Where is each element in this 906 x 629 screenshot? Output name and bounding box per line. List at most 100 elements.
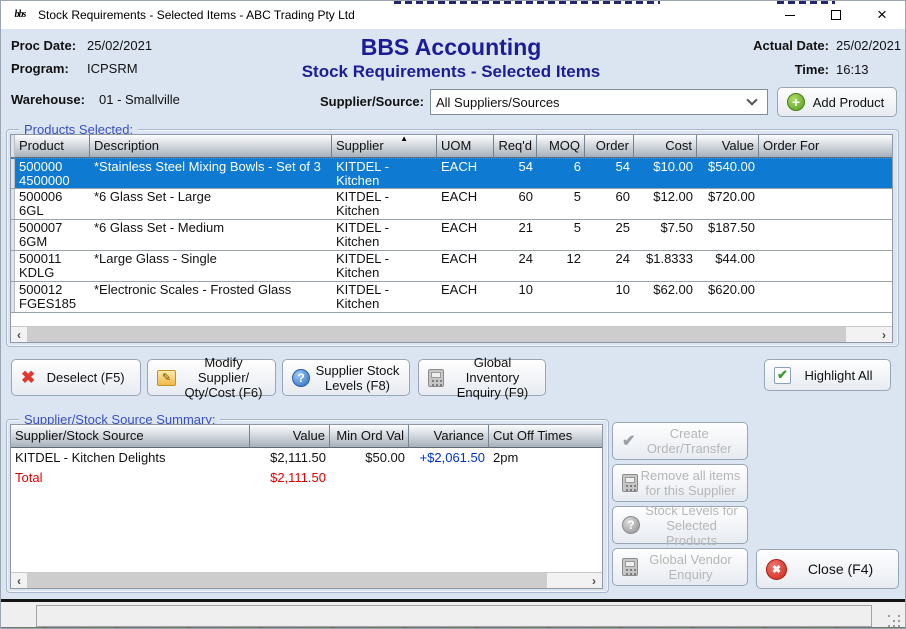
remove-all-items-button: Remove all items for this Supplier — [612, 464, 748, 502]
summary-row[interactable]: KITDEL - Kitchen Delights $2,111.50 $50.… — [11, 448, 602, 468]
maximize-button[interactable] — [813, 1, 859, 29]
supplier-cell: KITDEL - Kitchen Delights — [332, 189, 437, 219]
product-row[interactable]: 500007 6GM *6 Glass Set - Medium KITDEL … — [11, 220, 892, 251]
close-icon: × — [877, 5, 887, 25]
help-circle-icon: ? — [292, 369, 310, 387]
uom-cell: EACH — [437, 220, 494, 250]
product-code-cell: 500012 FGES185 — [15, 282, 90, 312]
cost-cell: $7.50 — [634, 220, 697, 250]
summary-table-header: Supplier/Stock Source Value Min Ord Val … — [11, 425, 602, 448]
value-cell: $2,111.50 — [250, 468, 330, 488]
supplier-cell: KITDEL - Kitchen Delights — [332, 220, 437, 250]
warehouse-label: Warehouse: — [11, 92, 89, 107]
supplier-summary-group: Supplier/Stock Source Summary: Supplier/… — [6, 419, 609, 593]
col-header-sum-value[interactable]: Value — [250, 425, 330, 448]
cost-cell: $10.00 — [634, 159, 697, 188]
calculator-icon — [622, 558, 638, 576]
cutoff-cell: 2pm — [489, 448, 602, 468]
modify-supplier-button[interactable]: ✎ Modify Supplier/ Qty/Cost (F6) — [147, 359, 276, 396]
col-header-order-for[interactable]: Order For — [759, 135, 892, 158]
product-code-cell: 500006 6GL — [15, 189, 90, 219]
summary-row[interactable]: Total $2,111.50 — [11, 468, 602, 488]
product-row[interactable]: 500012 FGES185 *Electronic Scales - Fros… — [11, 282, 892, 313]
col-header-order[interactable]: Order — [585, 135, 634, 158]
summary-horizontal-scrollbar[interactable]: ‹ › — [11, 572, 602, 588]
background-window-artifact — [394, 1, 660, 4]
uom-cell: EACH — [437, 251, 494, 281]
plus-icon: + — [787, 93, 805, 111]
chevron-down-icon — [746, 94, 757, 105]
uom-cell: EACH — [437, 189, 494, 219]
app-title: BBS Accounting — [226, 34, 676, 60]
description-cell: *Stainless Steel Mixing Bowls - Set of 3 — [90, 159, 332, 188]
col-header-description[interactable]: Description — [90, 135, 332, 158]
scroll-right-icon[interactable]: › — [876, 327, 892, 342]
min-ord-cell — [330, 468, 409, 488]
col-header-source[interactable]: Supplier/Stock Source — [11, 425, 250, 448]
program-value: ICPSRM — [87, 61, 138, 76]
product-code-cell: 500011 KDLG 5885 — [15, 251, 90, 281]
value-cell: $620.00 — [697, 282, 759, 312]
minimize-icon — [785, 15, 795, 16]
product-row[interactable]: 500000 4500000 *Stainless Steel Mixing B… — [11, 158, 892, 189]
scroll-left-icon[interactable]: ‹ — [11, 573, 27, 588]
variance-cell — [409, 468, 489, 488]
variance-cell: +$2,061.50 — [409, 448, 489, 468]
description-cell: *Electronic Scales - Frosted Glass — [90, 282, 332, 312]
col-header-moq[interactable]: MOQ — [537, 135, 585, 158]
col-header-cost[interactable]: Cost — [634, 135, 697, 158]
supplier-cell: KITDEL - Kitchen Delights — [332, 159, 437, 188]
col-header-reqd[interactable]: Req'd — [494, 135, 537, 158]
scrollbar-track[interactable] — [846, 327, 876, 342]
warehouse-value: 01 - Smallville — [99, 92, 180, 107]
deselect-button[interactable]: ✖ Deselect (F5) — [11, 359, 141, 396]
close-button[interactable]: ✖ Close (F4) — [756, 549, 899, 589]
supplier-stock-levels-button[interactable]: ? Supplier Stock Levels (F8) — [282, 359, 410, 396]
col-header-value[interactable]: Value — [697, 135, 759, 158]
cost-cell: $1.8333 — [634, 251, 697, 281]
proc-date-value: 25/02/2021 — [87, 38, 152, 53]
products-table: Product Description Supplier▲ UOM Req'd … — [10, 134, 893, 343]
col-header-supplier[interactable]: Supplier▲ — [332, 135, 437, 158]
program-label: Program: — [11, 61, 77, 76]
scrollbar-track[interactable] — [547, 573, 586, 588]
order-cell: 54 — [585, 159, 634, 188]
col-header-variance[interactable]: Variance — [409, 425, 489, 448]
source-cell: KITDEL - Kitchen Delights — [11, 448, 250, 468]
minimize-button[interactable] — [767, 1, 813, 29]
proc-date-label: Proc Date: — [11, 38, 77, 53]
scroll-right-icon[interactable]: › — [586, 573, 602, 588]
description-cell: *6 Glass Set - Medium — [90, 220, 332, 250]
stop-x-icon: ✖ — [766, 559, 787, 580]
value-cell: $44.00 — [697, 251, 759, 281]
col-header-uom[interactable]: UOM — [437, 135, 494, 158]
order-cell: 60 — [585, 189, 634, 219]
product-row[interactable]: 500011 KDLG 5885 *Large Glass - Single K… — [11, 251, 892, 282]
products-table-header: Product Description Supplier▲ UOM Req'd … — [11, 135, 892, 158]
products-horizontal-scrollbar[interactable]: ‹ › — [11, 326, 892, 342]
close-window-button[interactable]: × — [859, 1, 905, 29]
calculator-icon — [622, 474, 638, 492]
add-product-button[interactable]: + Add Product — [777, 87, 897, 117]
create-order-transfer-button: ✔ Create Order/Transfer — [612, 422, 748, 460]
scrollbar-thumb[interactable] — [27, 573, 547, 588]
check-icon: ✔ — [622, 431, 635, 451]
sort-asc-icon: ▲ — [400, 135, 408, 143]
highlight-all-button[interactable]: ✔ Highlight All — [764, 359, 891, 391]
product-code-cell: 500000 4500000 — [15, 159, 90, 188]
global-inventory-enquiry-button[interactable]: Global Inventory Enquiry (F9) — [418, 359, 546, 396]
order-cell: 10 — [585, 282, 634, 312]
col-header-cutoff[interactable]: Cut Off Times — [489, 425, 602, 448]
min-ord-cell: $50.00 — [330, 448, 409, 468]
scrollbar-thumb[interactable] — [27, 327, 846, 342]
value-cell: $540.00 — [697, 159, 759, 188]
description-cell: *6 Glass Set - Large — [90, 189, 332, 219]
supplier-source-select[interactable]: All Suppliers/Sources — [430, 89, 768, 115]
col-header-min-ord[interactable]: Min Ord Val — [330, 425, 409, 448]
reqd-cell: 54 — [494, 159, 537, 188]
product-row[interactable]: 500006 6GL *6 Glass Set - Large KITDEL -… — [11, 189, 892, 220]
resize-grip[interactable] — [888, 615, 900, 627]
cost-cell: $62.00 — [634, 282, 697, 312]
col-header-product[interactable]: Product — [15, 135, 90, 158]
scroll-left-icon[interactable]: ‹ — [11, 327, 27, 342]
